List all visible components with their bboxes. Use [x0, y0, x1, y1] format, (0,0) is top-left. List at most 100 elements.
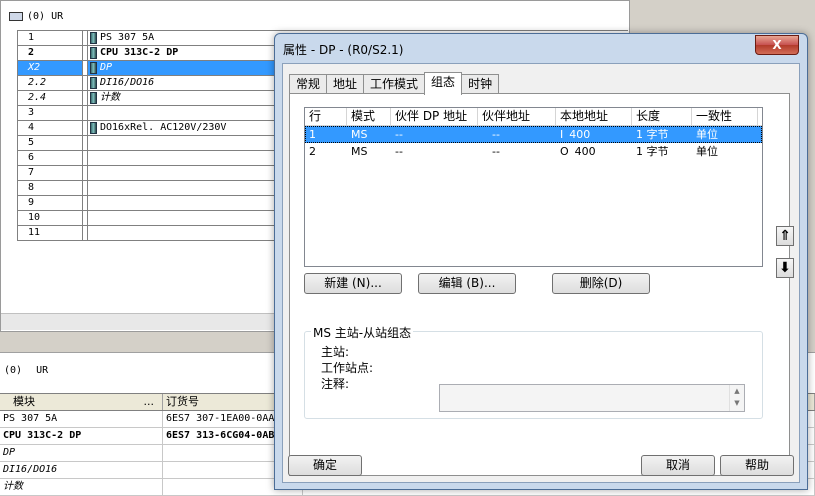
comment-field[interactable]: ▲ ▼ — [439, 384, 745, 412]
configuration-tab-page: 行 模式 伙伴 DP 地址 伙伴地址 本地地址 长度 一致性 1 MS -- -… — [289, 93, 794, 476]
rack-title: (0) UR — [27, 10, 64, 22]
column-partner-dp-address[interactable]: 伙伴 DP 地址 — [391, 108, 478, 125]
new-button[interactable]: 新建 (N)... — [304, 273, 402, 294]
table-row[interactable]: 2 MS -- -- O 400 1 字节 单位 — [305, 143, 762, 160]
module-icon — [90, 32, 97, 44]
slot-number: 8 — [18, 181, 83, 195]
cell-length: 1 字节 — [636, 128, 669, 141]
close-icon: X — [772, 38, 782, 52]
slot-number: 2.4 — [18, 91, 83, 105]
cell-partner-dp-address: -- — [395, 145, 403, 158]
ok-button[interactable]: 确定 — [288, 455, 362, 476]
help-button[interactable]: 帮助 — [720, 455, 794, 476]
cell-io-type: O — [560, 145, 569, 158]
comment-label: 注释: — [321, 377, 350, 391]
groupbox-legend: MS 主站-从站组态 — [311, 324, 414, 341]
cell-module: 计数 — [0, 479, 163, 495]
column-length[interactable]: 长度 — [632, 108, 692, 125]
cell-partner-dp-address: -- — [395, 128, 403, 141]
slot-number: 4 — [18, 121, 83, 135]
rack-icon — [9, 11, 23, 21]
detail-station: (0) — [4, 365, 23, 376]
cell-length: 1 字节 — [636, 145, 669, 158]
cell-mode: MS — [351, 128, 368, 141]
cell-mode: MS — [351, 145, 368, 158]
scroll-down-icon: ▼ — [734, 399, 740, 407]
master-label: 主站: — [321, 345, 350, 359]
properties-dialog: 属性 - DP - (R0/S2.1) X 常规 地址 工作模式 组态 时钟 行… — [274, 33, 808, 490]
tab-configuration[interactable]: 组态 — [424, 72, 463, 95]
slot-number: 10 — [18, 211, 83, 225]
dialog-body: 常规 地址 工作模式 组态 时钟 行 模式 伙伴 DP 地址 伙伴地址 本地地址… — [282, 63, 800, 483]
slot-number: 2.2 — [18, 76, 83, 90]
tab-strip: 常规 地址 工作模式 组态 时钟 — [289, 72, 500, 95]
cell-io-type: I — [560, 128, 564, 141]
module-icon — [90, 122, 97, 134]
tab-clock[interactable]: 时钟 — [461, 74, 500, 94]
module-icon — [90, 92, 97, 104]
slot-number: 9 — [18, 196, 83, 210]
cell-address-value: 400 — [574, 145, 596, 158]
module-icon — [90, 47, 97, 59]
close-button[interactable]: X — [755, 35, 799, 55]
tab-operating-mode[interactable]: 工作模式 — [363, 74, 426, 94]
column-row[interactable]: 行 — [305, 108, 347, 125]
cell-consistency: 单位 — [696, 128, 718, 141]
column-local-address[interactable]: 本地地址 — [556, 108, 632, 125]
table-row[interactable]: 1 MS -- -- I 400 1 字节 单位 — [305, 126, 762, 143]
module-name: PS 307 5A — [100, 32, 155, 43]
dialog-title: 属性 - DP - (R0/S2.1) — [283, 43, 404, 57]
scroll-up-icon: ▲ — [734, 387, 740, 395]
slot-number: 2 — [18, 46, 83, 60]
cell-row: 2 — [309, 145, 316, 158]
module-icon — [90, 62, 97, 74]
column-mode[interactable]: 模式 — [347, 108, 391, 125]
station-label: 工作站点: — [321, 361, 374, 375]
master-slave-groupbox: MS 主站-从站组态 主站: 工作站点: 注释: ▲ ▼ — [304, 324, 763, 419]
rack-header: (0) UR — [9, 8, 63, 24]
column-header-module-label: 模块 — [13, 395, 35, 408]
arrow-down-icon: ⬇ — [779, 260, 791, 276]
detail-rack-name: UR — [36, 365, 49, 376]
module-name: DO16xRel. AC120V/230V — [100, 122, 227, 133]
slot-number: 5 — [18, 136, 83, 150]
edit-button[interactable]: 编辑 (B)... — [418, 273, 516, 294]
module-name: 计数 — [100, 92, 120, 103]
module-name: DI16/DO16 — [100, 77, 155, 88]
slot-number: 1 — [18, 31, 83, 45]
comment-scrollbar[interactable]: ▲ ▼ — [729, 385, 744, 411]
column-header-ellipsis: ... — [143, 395, 155, 408]
delete-button[interactable]: 删除(D) — [552, 273, 650, 294]
move-up-button[interactable]: ⇑ — [776, 226, 794, 246]
cell-address-value: 400 — [569, 128, 591, 141]
cell-module: DP — [0, 445, 163, 461]
cell-local-address: O 400 — [556, 143, 632, 160]
configuration-table: 行 模式 伙伴 DP 地址 伙伴地址 本地地址 长度 一致性 1 MS -- -… — [304, 107, 763, 267]
tab-general[interactable]: 常规 — [289, 74, 328, 94]
module-icon — [90, 77, 97, 89]
column-partner-address[interactable]: 伙伴地址 — [478, 108, 556, 125]
slot-number: 3 — [18, 106, 83, 120]
detail-title: (0) UR — [4, 365, 48, 376]
slot-number: 6 — [18, 151, 83, 165]
slot-number: 7 — [18, 166, 83, 180]
module-name: DP — [100, 62, 113, 73]
column-consistency[interactable]: 一致性 — [692, 108, 758, 125]
cell-partner-address: -- — [492, 145, 500, 158]
cell-row: 1 — [309, 128, 316, 141]
arrow-up-icon: ⇑ — [779, 228, 791, 244]
dialog-titlebar[interactable]: 属性 - DP - (R0/S2.1) X — [275, 34, 807, 62]
cell-partner-address: -- — [492, 128, 500, 141]
cell-module: PS 307 5A — [0, 411, 163, 427]
cell-module: CPU 313C-2 DP — [0, 428, 163, 444]
configuration-table-header: 行 模式 伙伴 DP 地址 伙伴地址 本地地址 长度 一致性 — [305, 108, 762, 126]
move-down-button[interactable]: ⬇ — [776, 258, 794, 278]
column-header-module[interactable]: 模块 ... — [0, 394, 163, 410]
cell-module: DI16/DO16 — [0, 462, 163, 478]
module-name: CPU 313C-2 DP — [100, 47, 179, 58]
cell-local-address: I 400 — [556, 126, 632, 143]
tab-address[interactable]: 地址 — [326, 74, 365, 94]
cell-consistency: 单位 — [696, 145, 718, 158]
slot-number: X2 — [18, 61, 83, 75]
cancel-button[interactable]: 取消 — [641, 455, 715, 476]
